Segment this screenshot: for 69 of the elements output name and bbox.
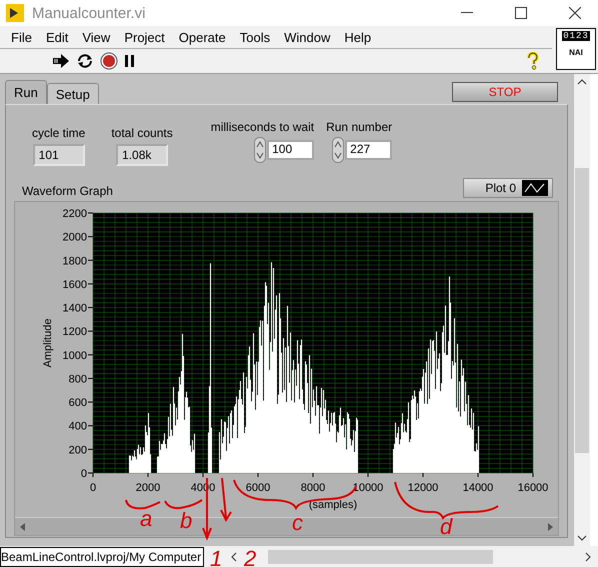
handwritten-note: 2 — [244, 546, 256, 567]
numeric-control[interactable]: 100 — [267, 140, 314, 160]
x-axis-label: (samples) — [308, 499, 358, 511]
x-tick-label: 6000 — [246, 482, 270, 494]
indicator-label: total counts — [111, 126, 173, 140]
y-tick-label: 1200 — [62, 326, 87, 338]
vertical-scrollbar[interactable] — [574, 74, 590, 546]
y-tick-label: 1800 — [62, 255, 87, 268]
scroll-right-icon[interactable] — [584, 551, 592, 563]
run-continuously-icon[interactable] — [76, 53, 94, 69]
handwritten-brace — [125, 500, 160, 510]
x-tick-label: 2000 — [136, 482, 160, 494]
control-label: Run number — [326, 120, 392, 134]
abort-icon[interactable] — [100, 52, 118, 70]
handwritten-note: d — [440, 514, 452, 539]
menu-item[interactable]: Edit — [38, 30, 76, 44]
numeric-indicator: 101 — [32, 144, 85, 166]
handwritten-arrow — [220, 477, 232, 522]
numeric-control[interactable]: 227 — [345, 140, 392, 160]
indicator-label: cycle time — [32, 126, 86, 140]
icon-digits: 0123 — [562, 31, 590, 41]
menu-item[interactable]: View — [75, 30, 118, 44]
graph-title: Waveform Graph — [22, 184, 113, 198]
y-tick-label: 600 — [68, 397, 87, 410]
y-tick-label: 1000 — [62, 350, 87, 362]
y-tick-label: 1600 — [62, 278, 87, 291]
line-style-icon — [522, 180, 548, 196]
x-tick-label: 16000 — [518, 482, 548, 494]
y-tick-label: 0 — [80, 468, 87, 480]
handwritten-note: c — [292, 510, 303, 535]
menu-item[interactable]: Project — [117, 30, 172, 44]
x-tick-label: 12000 — [408, 482, 438, 494]
tab[interactable]: Run — [5, 80, 47, 104]
window-title: Manualcounter.vi — [32, 4, 146, 22]
handwritten-note: b — [180, 508, 192, 533]
app-logo-icon — [6, 4, 24, 22]
handwritten-note: 1 — [210, 546, 222, 567]
icon-label: NAI — [569, 48, 583, 57]
y-tick-label: 800 — [68, 373, 87, 386]
plot-legend[interactable]: Plot 0 — [463, 178, 553, 198]
project-path: BeamLineControl.lvproj/My Computer — [0, 547, 204, 567]
increment-decrement-icon[interactable] — [332, 137, 344, 163]
run-arrow-icon[interactable] — [52, 54, 70, 68]
maximize-icon[interactable] — [515, 7, 527, 19]
y-tick-label: 200 — [68, 444, 87, 456]
close-icon[interactable] — [569, 7, 581, 19]
help-icon[interactable] — [526, 52, 540, 70]
y-axis-label: Amplitude — [42, 318, 54, 368]
menu-item[interactable]: Operate — [172, 30, 233, 44]
pause-icon[interactable] — [124, 54, 136, 68]
handwritten-note: a — [140, 506, 152, 531]
x-tick-label: 8000 — [300, 482, 326, 494]
y-tick-label: 400 — [68, 420, 87, 433]
numeric-indicator: 1.08k — [116, 144, 168, 166]
x-tick-label: 0 — [90, 482, 96, 494]
tab[interactable]: Setup — [46, 83, 99, 104]
increment-decrement-icon[interactable] — [254, 137, 266, 163]
menu-item[interactable]: Help — [337, 30, 378, 44]
y-tick-label: 1400 — [62, 302, 87, 315]
handwritten-brace — [164, 499, 203, 510]
scroll-left-icon[interactable] — [230, 551, 238, 563]
x-tick-label: 14000 — [462, 482, 494, 494]
y-tick-label: 2000 — [62, 232, 87, 244]
menu-item[interactable]: Window — [277, 30, 338, 44]
minimize-icon[interactable] — [461, 12, 473, 14]
menu-item[interactable]: File — [4, 30, 39, 44]
y-tick-label: 2200 — [62, 208, 87, 220]
menu-item[interactable]: Tools — [232, 30, 278, 44]
control-label: milliseconds to wait — [210, 120, 314, 134]
